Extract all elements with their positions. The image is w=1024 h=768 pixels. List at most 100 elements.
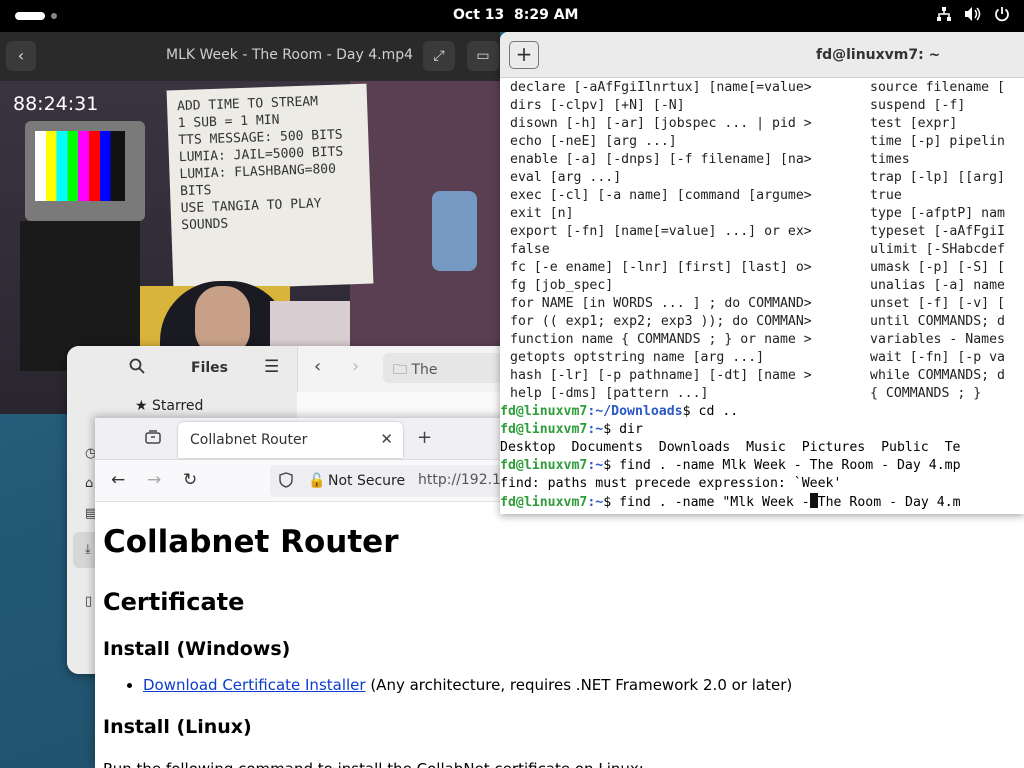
url-text[interactable]: http://192.16	[418, 472, 510, 488]
search-icon[interactable]	[129, 358, 145, 378]
workspace-dot	[51, 13, 57, 19]
files-title: Files	[191, 360, 228, 376]
terminal-line: time [-p] pipelin	[870, 134, 1005, 149]
command-text: $ find . -name "Mlk Week -	[603, 495, 810, 510]
terminal-title: fd@linuxvm7: ~	[816, 47, 941, 63]
workspace-pill	[15, 12, 45, 20]
terminal-input-line[interactable]: fd@linuxvm7:~$ find . -name "Mlk Week - T…	[500, 493, 1024, 512]
expand-icon: ⤢	[433, 48, 445, 64]
forward-arrow-icon[interactable]: →	[147, 470, 161, 490]
terminal-output-right: source filename [ suspend [-f] test [expr]…	[870, 79, 1024, 403]
path-bar[interactable]: 🗀 The	[383, 353, 503, 383]
terminal-line: type [-afptP] nam	[870, 206, 1005, 221]
terminal-line: source filename [	[870, 80, 1005, 95]
terminal-window: + fd@linuxvm7: ~ declare [-aAfFgiIlnrtux…	[500, 32, 1024, 514]
star-icon: ★	[135, 398, 148, 414]
shield-icon[interactable]	[279, 472, 293, 492]
path-label: The	[411, 362, 438, 378]
list-all-tabs-icon[interactable]	[145, 430, 161, 448]
command-text: $ find . -name Mlk Week - The Room - Day…	[603, 458, 961, 473]
terminal-line: wait [-fn] [-p va	[870, 350, 1005, 365]
broken-lock-icon: 🔓	[308, 473, 326, 489]
terminal-line: unalias [-a] name	[870, 278, 1005, 293]
prompt-path: :~/Downloads	[587, 404, 683, 419]
prompt-user: fd@linuxvm7	[500, 458, 588, 473]
terminal-line: ulimit [-SHabcdef	[870, 242, 1005, 257]
terminal-line: unset [-f] [-v] [	[870, 296, 1005, 311]
page-title: Collabnet Router	[103, 524, 399, 560]
power-icon[interactable]	[994, 6, 1010, 26]
section-heading-certificate: Certificate	[103, 588, 245, 616]
activities-indicator[interactable]	[15, 12, 57, 28]
reload-icon[interactable]: ↻	[183, 470, 197, 490]
new-tab-icon[interactable]: +	[417, 427, 432, 448]
sidebar-item-label: Starred	[152, 398, 204, 414]
section-heading-windows: Install (Windows)	[103, 638, 291, 660]
command-text: $ cd ..	[682, 404, 739, 419]
page-content: Collabnet Router Certificate Install (Wi…	[103, 502, 1003, 768]
section-heading-linux: Install (Linux)	[103, 716, 252, 738]
network-icon[interactable]	[936, 6, 952, 26]
terminal-line: suspend [-f]	[870, 98, 966, 113]
prompt-path: :~	[587, 495, 604, 510]
menu-icon: ▭	[476, 48, 490, 64]
not-secure-indicator[interactable]: 🔓 Not Secure	[306, 470, 405, 492]
terminal-line: true	[870, 188, 902, 203]
sidebar-item-starred[interactable]: ★ Starred	[135, 398, 203, 414]
new-tab-button[interactable]: +	[509, 41, 539, 69]
terminal-line: fd@linuxvm7:~/Downloads$ cd ..	[500, 403, 1024, 421]
close-tab-icon[interactable]: ✕	[380, 430, 393, 448]
tab-title: Collabnet Router	[190, 432, 308, 448]
tab-collabnet-router[interactable]: Collabnet Router ✕	[178, 422, 403, 458]
command-text: $ dir	[603, 422, 643, 437]
installer-list: Download Certificate Installer (Any arch…	[143, 676, 1003, 694]
terminal-line: fd@linuxvm7:~$ dir	[500, 421, 1024, 439]
scene-tv	[25, 121, 145, 221]
clock-time[interactable]: 8:29 AM	[514, 7, 578, 23]
video-title: MLK Week - The Room - Day 4.mp4	[166, 47, 414, 63]
more-button[interactable]: ▭	[467, 41, 499, 71]
terminal-line: trap [-lp] [[arg]	[870, 170, 1005, 185]
download-installer-link[interactable]: Download Certificate Installer	[143, 676, 366, 694]
folder-icon: 🗀	[393, 362, 407, 378]
prompt-user: fd@linuxvm7	[500, 404, 588, 419]
back-arrow-icon[interactable]: ←	[111, 470, 125, 490]
command-text: The Room - Day 4.m	[817, 495, 961, 510]
link-note: (Any architecture, requires .NET Framewo…	[365, 676, 793, 694]
volume-icon[interactable]	[964, 6, 982, 26]
stream-timer: 88:24:31	[13, 93, 99, 115]
list-item: Download Certificate Installer (Any arch…	[143, 676, 1003, 694]
prompt-path: :~	[587, 422, 604, 437]
tv-color-bars	[35, 131, 125, 201]
terminal-line: umask [-p] [-S] [	[870, 260, 1005, 275]
top-bar: Oct 13 8:29 AM	[0, 0, 1024, 32]
video-header: ‹ MLK Week - The Room - Day 4.mp4 ⤢ ▭	[0, 32, 500, 81]
terminal-line: Desktop Documents Downloads Music Pictur…	[500, 440, 961, 455]
text-cursor	[809, 493, 818, 508]
terminal-line: find: paths must precede expression: `We…	[500, 476, 842, 491]
terminal-line: times	[870, 152, 910, 167]
clock-date[interactable]: Oct 13	[453, 7, 504, 23]
hamburger-menu-icon[interactable]: ☰	[264, 357, 279, 377]
linux-instructions: Run the following command to install the…	[103, 760, 1003, 768]
scene-poster: ADD TIME TO STREAM 1 SUB = 1 MIN TTS MES…	[166, 83, 374, 291]
prompt-user: fd@linuxvm7	[500, 495, 588, 510]
back-button[interactable]: ‹	[6, 41, 36, 71]
terminal-line: until COMMANDS; d	[870, 314, 1005, 329]
terminal-header: + fd@linuxvm7: ~	[500, 32, 1024, 78]
terminal-line: { COMMANDS ; }	[870, 386, 982, 401]
terminal-line: typeset [-aAfFgiI	[870, 224, 1005, 239]
scene-water-jug	[432, 191, 477, 271]
prompt-path: :~	[587, 458, 604, 473]
terminal-line: while COMMANDS; d	[870, 368, 1005, 383]
fullscreen-button[interactable]: ⤢	[423, 41, 455, 71]
system-tray[interactable]	[936, 6, 1010, 26]
forward-icon[interactable]: ›	[352, 356, 359, 377]
terminal-line: variables - Names	[870, 332, 1005, 347]
terminal-line: test [expr]	[870, 116, 958, 131]
terminal-line: fd@linuxvm7:~$ find . -name Mlk Week - T…	[500, 457, 1024, 475]
chevron-left-icon: ‹	[17, 46, 25, 65]
back-icon[interactable]: ‹	[314, 356, 321, 377]
not-secure-label: Not Secure	[328, 473, 406, 489]
plus-icon: +	[515, 42, 533, 66]
